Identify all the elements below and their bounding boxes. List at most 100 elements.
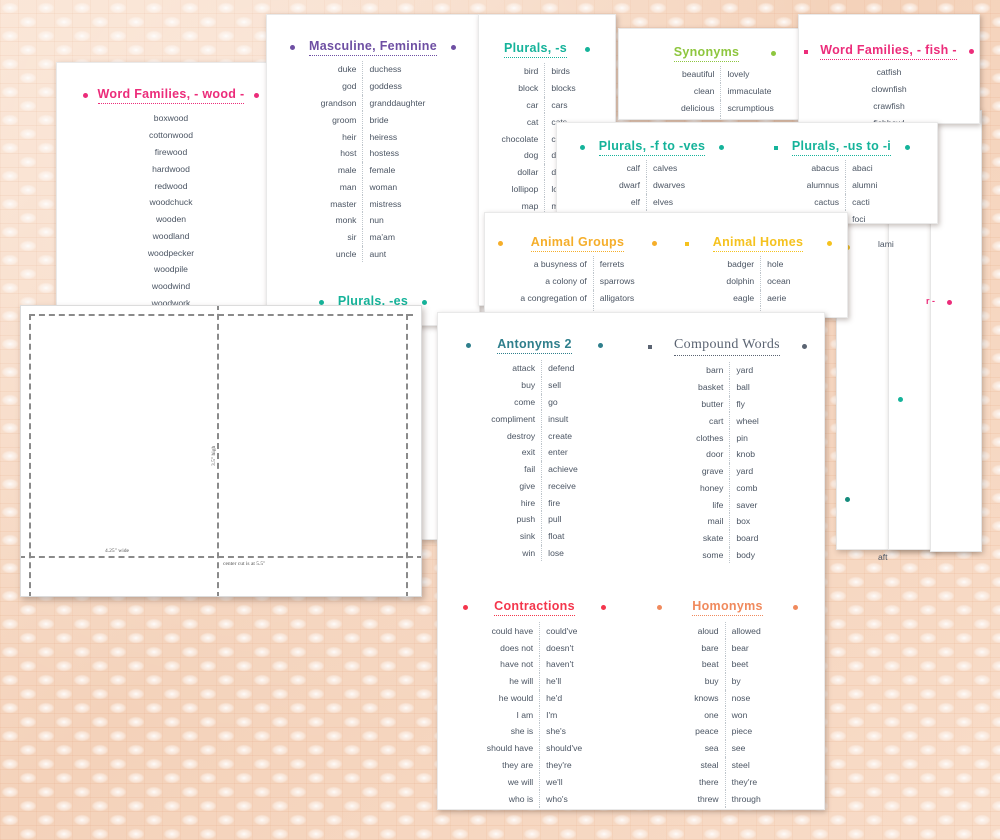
match: who's xyxy=(540,790,589,807)
card-body: Word Families, - wood - boxwood cottonwo… xyxy=(57,63,285,306)
match: lovely xyxy=(721,66,780,83)
label-card-height: 3.5" high xyxy=(211,446,217,466)
match: see xyxy=(725,740,767,757)
table-row: whichwitch xyxy=(688,807,767,810)
card-title: Plurals, -s xyxy=(504,41,567,58)
match: mistress xyxy=(363,195,431,212)
table-row: I amI'm xyxy=(481,706,588,723)
cut-guide-sheet[interactable]: 4.25" wide 3.5" high center cut is at 5.… xyxy=(20,305,422,597)
match: foci xyxy=(846,210,884,224)
table-row: stealsteel xyxy=(688,757,767,774)
card-body: Word Families, - fish - catfish clownfis… xyxy=(799,15,979,124)
match: they're xyxy=(540,757,589,774)
term: give xyxy=(485,477,541,494)
bullet-icon xyxy=(598,343,603,348)
match: nun xyxy=(363,212,431,229)
term: have not xyxy=(481,656,540,673)
card-body: Animal Groups a busyness offerrets a col… xyxy=(485,213,847,318)
bullet-icon xyxy=(466,343,471,348)
card-plurals-f-ves-us-i[interactable]: Plurals, -f to -ves calfcalves dwarfdwar… xyxy=(556,122,938,224)
list-item: woodwind xyxy=(142,278,200,295)
term: block xyxy=(496,80,545,97)
match: create xyxy=(542,427,584,444)
table-row: clothespin xyxy=(690,429,765,446)
word: woodpecker xyxy=(142,244,200,261)
card-header: Contractions xyxy=(438,599,631,616)
word-pair-list: a busyness offerrets a colony ofsparrows… xyxy=(514,256,640,318)
match: abaci xyxy=(846,160,884,177)
bullet-icon xyxy=(451,45,456,50)
match: elves xyxy=(647,194,692,211)
panel-homonyms: Homonyms aloudallowed barebear beatbeet … xyxy=(631,599,824,810)
match: female xyxy=(363,162,431,179)
table-row: malefemale xyxy=(315,162,432,179)
word-pair-list: aloudallowed barebear beatbeet buyby kno… xyxy=(688,622,767,810)
card-title: Plurals, -us to -i xyxy=(792,139,891,156)
match: bride xyxy=(363,111,431,128)
match: steel xyxy=(725,757,767,774)
card-header: Animal Groups xyxy=(485,235,670,252)
card-header: Plurals, -us to -i xyxy=(747,139,937,156)
bullet-icon xyxy=(580,145,585,150)
row-bottom: Contractions could havecould've does not… xyxy=(438,599,824,810)
stray-title-fragment: r - xyxy=(926,296,935,306)
match: defend xyxy=(542,360,584,377)
panel-antonyms-2: Antonyms 2 attackdefend buysell comego c… xyxy=(438,337,631,563)
table-row: who iswho's xyxy=(481,790,588,807)
match: piece xyxy=(725,723,767,740)
match: lose xyxy=(542,545,584,562)
term: beat xyxy=(688,656,725,673)
term: sir xyxy=(315,229,363,246)
match: cacti xyxy=(846,194,884,211)
table-row: dwarfdwarves xyxy=(613,177,691,194)
term: fail xyxy=(485,461,541,478)
table-row: calfcalves xyxy=(613,160,691,177)
card-front-sheet[interactable]: Antonyms 2 attackdefend buysell comego c… xyxy=(437,312,825,810)
term: beautiful xyxy=(670,66,721,83)
match: insult xyxy=(542,410,584,427)
match: goddess xyxy=(363,78,431,95)
match: granddaughter xyxy=(363,95,431,112)
card-title: Animal Homes xyxy=(713,235,803,252)
word-pair-list: dukeduchess godgoddess grandsongranddaug… xyxy=(315,61,432,262)
table-row: honeycomb xyxy=(690,479,765,496)
card-masculine-feminine[interactable]: Masculine, Feminine dukeduchess godgodde… xyxy=(266,14,480,326)
table-row: somebody xyxy=(690,547,765,564)
table-row: beatbeet xyxy=(688,656,767,673)
card-header: Word Families, - wood - xyxy=(67,87,275,104)
table-row: peacepiece xyxy=(688,723,767,740)
table-row: therethey're xyxy=(688,773,767,790)
match: bear xyxy=(725,639,767,656)
table-row: cactuscacti xyxy=(801,194,884,211)
table-row: they arethey're xyxy=(481,757,588,774)
table-row: skateboard xyxy=(690,530,765,547)
match: colossal xyxy=(721,116,780,120)
table-row: cartwheel xyxy=(690,412,765,429)
table-row: attackdefend xyxy=(485,360,584,377)
card-animal-groups-homes[interactable]: Animal Groups a busyness offerrets a col… xyxy=(484,212,848,318)
table-row: buysell xyxy=(485,377,584,394)
term: a colony of xyxy=(514,273,593,290)
term: host xyxy=(315,145,363,162)
card-word-families-wood[interactable]: Word Families, - wood - boxwood cottonwo… xyxy=(56,62,286,306)
list-item: woodland xyxy=(142,227,200,244)
term: compliment xyxy=(485,410,541,427)
table-row: beautifullovely xyxy=(670,66,780,83)
term: she is xyxy=(481,723,540,740)
term: grandson xyxy=(315,95,363,112)
stray-bullet-teal-1 xyxy=(898,397,903,402)
stray-bullet-teal-2 xyxy=(845,497,850,502)
match: they're xyxy=(725,773,767,790)
bullet-icon xyxy=(83,93,88,98)
match: should've xyxy=(540,740,589,757)
match: hostess xyxy=(363,145,431,162)
label-center-cut-horizontal: center cut is at 5.5" xyxy=(223,561,265,567)
card-word-families-fish[interactable]: Word Families, - fish - catfish clownfis… xyxy=(798,14,980,124)
word-list: boxwood cottonwood firewood hardwood red… xyxy=(142,110,200,306)
table-row: sinkfloat xyxy=(485,528,584,545)
term: male xyxy=(315,162,363,179)
table-row: heirheiress xyxy=(315,128,432,145)
bullet-icon xyxy=(969,49,974,54)
cut-line-center-horizontal xyxy=(20,556,422,558)
word: clownfish xyxy=(865,81,912,98)
